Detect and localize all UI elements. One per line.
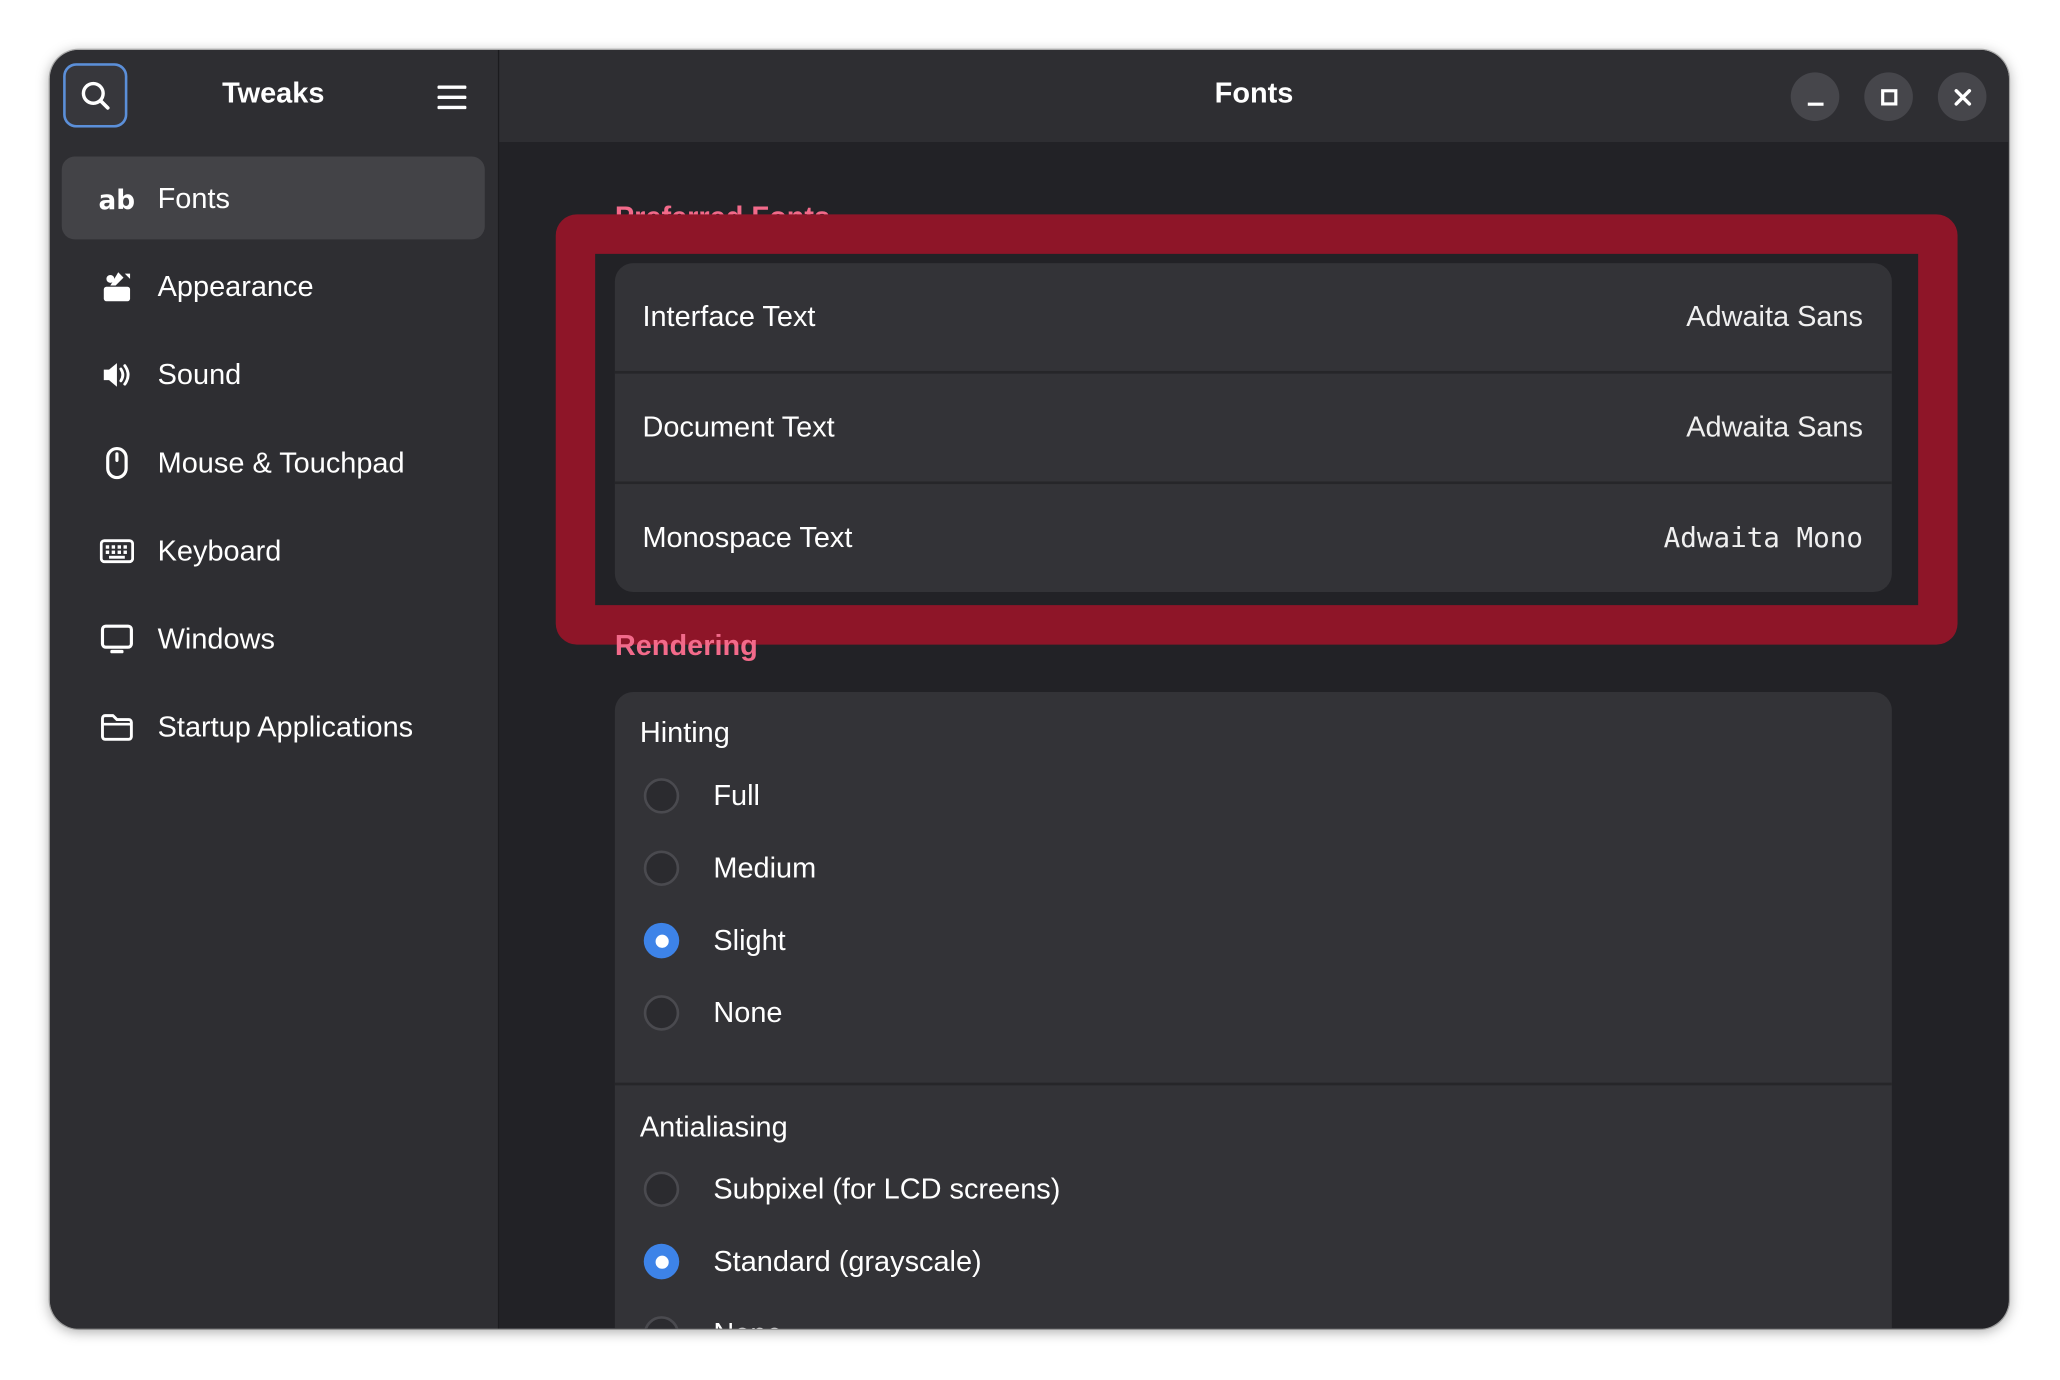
rendering-title: Rendering — [614, 628, 758, 662]
radio-label: None — [713, 995, 783, 1029]
close-icon — [1953, 88, 1971, 105]
keyboard-icon — [99, 532, 136, 569]
antialiasing-title: Antialiasing — [639, 1110, 788, 1144]
sidebar-item-label: Startup Applications — [157, 709, 414, 743]
preferred-fonts-card: Interface Text Adwaita Sans Document Tex… — [614, 263, 1892, 592]
group-divider — [614, 1082, 1892, 1086]
sidebar-item-label: Mouse & Touchpad — [157, 445, 405, 479]
radio-label: None — [713, 1317, 782, 1329]
radio-button[interactable] — [643, 850, 680, 886]
tweaks-window: Tweaks ab Fonts Appearance Sound Mouse &… — [49, 49, 2009, 1329]
mouse-icon — [99, 444, 136, 481]
font-chooser-value: Adwaita Sans — [1686, 299, 1863, 333]
sidebar-nav: ab Fonts Appearance Sound Mouse & Touchp… — [61, 156, 485, 774]
monitor-icon — [99, 620, 136, 657]
row-label: Monospace Text — [642, 520, 853, 554]
radio-button[interactable] — [643, 1171, 680, 1207]
sidebar-item-startup-applications[interactable]: Startup Applications — [62, 685, 485, 768]
font-chooser-value: Adwaita Sans — [1686, 410, 1863, 444]
sidebar-item-label: Sound — [157, 357, 242, 391]
maximize-button[interactable] — [1864, 72, 1913, 122]
sidebar-item-label: Keyboard — [157, 533, 282, 567]
interface-text-row[interactable]: Interface Text Adwaita Sans — [614, 263, 1892, 374]
appearance-icon — [99, 268, 136, 305]
search-icon — [81, 81, 109, 110]
search-button[interactable] — [63, 63, 128, 128]
app-title: Tweaks — [222, 76, 325, 110]
page-title: Fonts — [1214, 76, 1294, 110]
svg-text:ab: ab — [99, 185, 136, 213]
sidebar-item-sound[interactable]: Sound — [62, 333, 485, 416]
main-menu-button[interactable] — [428, 78, 475, 117]
fonts-ab-icon: ab — [99, 180, 136, 217]
sidebar-item-appearance[interactable]: Appearance — [62, 245, 485, 328]
sidebar-item-fonts[interactable]: ab Fonts — [61, 156, 485, 240]
rendering-card: Hinting Full Medium Slight None Antialia… — [614, 691, 1892, 1329]
maximize-icon — [1880, 88, 1897, 105]
row-label: Document Text — [642, 410, 835, 444]
radio-label: Slight — [713, 923, 786, 957]
close-button[interactable] — [1937, 72, 1987, 122]
font-chooser-value: Adwaita Mono — [1663, 522, 1863, 554]
preferred-fonts-title: Preferred Fonts — [614, 199, 831, 233]
radio-label: Full — [713, 778, 760, 812]
sidebar-header: Tweaks — [50, 50, 498, 142]
minimize-icon — [1807, 101, 1823, 106]
radio-label: Medium — [713, 851, 817, 885]
radio-button-checked[interactable] — [643, 1243, 680, 1280]
radio-button[interactable] — [643, 1316, 680, 1329]
hinting-title: Hinting — [639, 715, 730, 749]
main-content: Fonts Preferred Fonts Interface Text Adw… — [499, 49, 2009, 1329]
radio-button[interactable] — [643, 995, 680, 1031]
hamburger-menu-icon — [437, 85, 467, 110]
sidebar-item-keyboard[interactable]: Keyboard — [62, 509, 485, 592]
radio-button[interactable] — [643, 778, 680, 814]
monospace-text-row[interactable]: Monospace Text Adwaita Mono — [615, 484, 1892, 592]
radio-label: Subpixel (for LCD screens) — [713, 1172, 1061, 1205]
radio-label: Standard (grayscale) — [713, 1244, 982, 1278]
main-header: Fonts — [499, 49, 2009, 143]
sidebar-item-label: Windows — [157, 621, 275, 655]
row-label: Interface Text — [642, 299, 816, 333]
document-text-row[interactable]: Document Text Adwaita Sans — [614, 374, 1892, 485]
sidebar-item-label: Appearance — [157, 269, 314, 302]
sidebar: Tweaks ab Fonts Appearance Sound Mouse &… — [49, 49, 500, 1329]
sidebar-item-label: Fonts — [157, 180, 230, 214]
speaker-icon — [99, 356, 136, 393]
radio-button-checked[interactable] — [643, 922, 680, 959]
sidebar-item-mouse-touchpad[interactable]: Mouse & Touchpad — [62, 421, 485, 504]
sidebar-item-windows[interactable]: Windows — [62, 597, 485, 680]
folder-icon — [99, 708, 136, 745]
minimize-button[interactable] — [1790, 72, 1840, 122]
